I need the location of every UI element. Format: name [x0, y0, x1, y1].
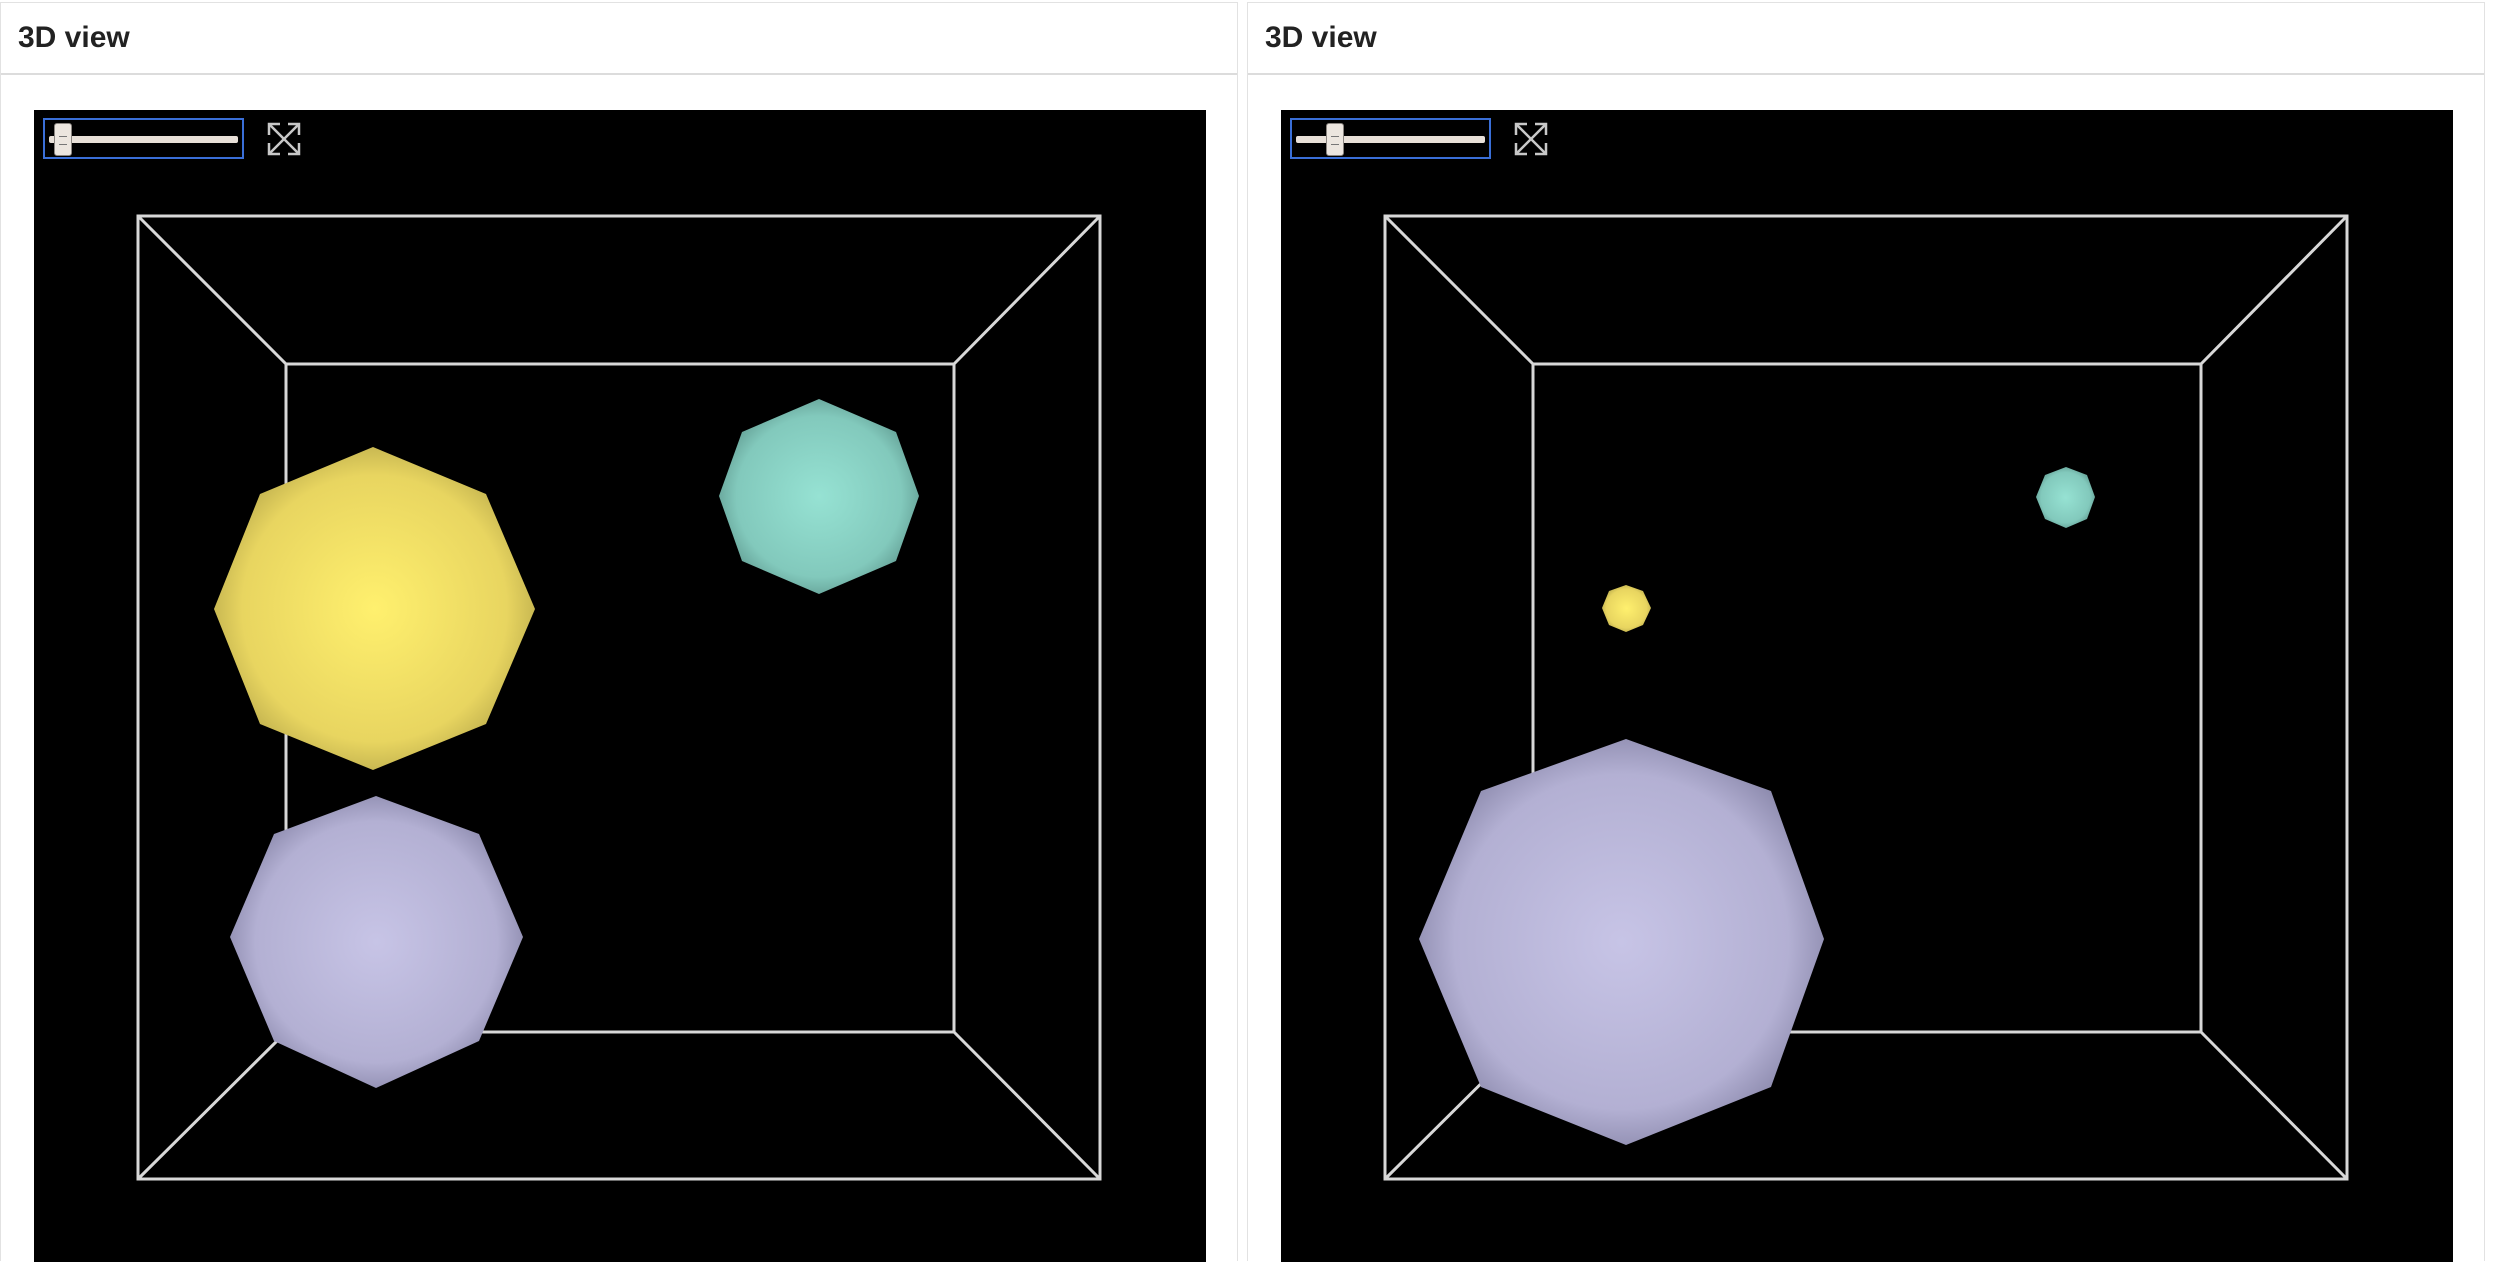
expand-arrows-icon[interactable] [1511, 119, 1551, 159]
slider-thumb[interactable] [1325, 123, 1344, 156]
left-3d-view-panel: 3D view [0, 2, 1238, 1262]
sphere-teal[interactable] [2036, 467, 2095, 528]
expand-arrows-icon[interactable] [264, 119, 304, 159]
slider-track[interactable] [1296, 136, 1485, 143]
panel-title: 3D view [1265, 21, 1377, 54]
right-3d-view-panel: 3D view [1247, 2, 2485, 1262]
sphere-yellow[interactable] [214, 447, 535, 770]
panel-header: 3D view [1, 3, 1237, 75]
panel-header: 3D view [1248, 3, 2484, 75]
sphere-yellow[interactable] [1602, 585, 1651, 632]
3d-viewport[interactable] [1281, 110, 2453, 1262]
opacity-slider[interactable] [1290, 118, 1491, 159]
3d-viewport[interactable] [34, 110, 1206, 1262]
scene-canvas[interactable] [1281, 110, 2453, 1262]
slider-thumb[interactable] [54, 123, 72, 156]
sphere-teal[interactable] [719, 399, 919, 594]
slider-track[interactable] [49, 136, 238, 143]
panel-title: 3D view [18, 21, 130, 54]
opacity-slider[interactable] [43, 118, 244, 159]
scene-canvas[interactable] [34, 110, 1206, 1262]
